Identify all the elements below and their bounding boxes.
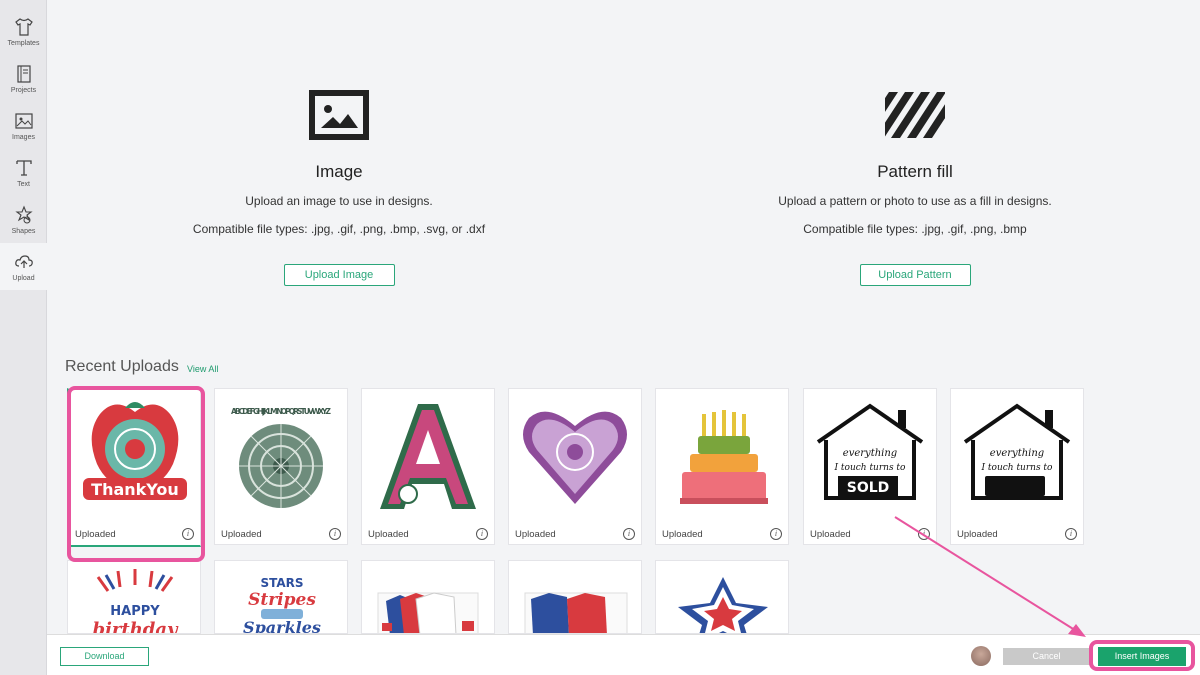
birthday-cake-image: [680, 410, 768, 504]
sidebar-item-shapes[interactable]: Shapes: [0, 196, 47, 243]
sidebar-item-upload[interactable]: Upload: [0, 243, 47, 290]
upload-tile-thank-you[interactable]: ThankYou Uploaded i: [67, 388, 201, 547]
svg-text:everything: everything: [990, 448, 1044, 459]
svg-text:Stripes: Stripes: [248, 590, 316, 610]
upload-pattern-description: Upload a pattern or photo to use as a fi…: [778, 194, 1052, 208]
tshirt-icon: [14, 17, 33, 36]
text-t-icon: [15, 159, 32, 176]
info-icon[interactable]: i: [329, 528, 341, 540]
letter-a-image: [380, 404, 476, 509]
info-icon[interactable]: i: [623, 528, 635, 540]
tile-caption: Uploaded: [662, 529, 703, 540]
svg-text:HAPPY: HAPPY: [110, 604, 160, 619]
blue-red-shirts-image: [524, 592, 628, 633]
cloud-upload-icon: [14, 254, 33, 268]
upload-tile-sold-house[interactable]: everything I touch turns to SOLD Uploade…: [803, 388, 937, 545]
avatar[interactable]: [971, 646, 991, 666]
upload-tile-heart-mandala[interactable]: Uploaded i: [508, 388, 642, 545]
left-sidebar: Templates Projects Images Text Shapes Up…: [0, 0, 47, 675]
tile-caption: Uploaded: [810, 529, 851, 540]
info-icon[interactable]: i: [1065, 528, 1077, 540]
svg-text:Sparkles: Sparkles: [243, 618, 321, 634]
upload-image-description: Upload an image to use in designs.: [245, 194, 433, 208]
info-icon[interactable]: i: [182, 528, 194, 540]
svg-text:STARS: STARS: [260, 576, 303, 590]
info-icon[interactable]: i: [770, 528, 782, 540]
image-icon: [14, 112, 33, 129]
tile-caption: Uploaded: [75, 529, 116, 540]
svg-text:I touch turns to: I touch turns to: [834, 463, 907, 473]
sidebar-label: Text: [17, 180, 30, 188]
upload-image-file-types: Compatible file types: .jpg, .gif, .png,…: [192, 222, 486, 236]
sold-house-image: everything I touch turns to SOLD: [816, 403, 924, 500]
notebook-icon: [16, 64, 31, 83]
upload-tile-alphabet-mandala[interactable]: ABCDEFGHIJKLM NOPQRSTUVWXYZ Uploaded i: [214, 388, 348, 545]
tile-caption: Uploaded: [368, 529, 409, 540]
upload-pattern-file-types: Compatible file types: .jpg, .gif, .png,…: [803, 222, 1027, 236]
upload-pattern-card: Pattern fill Upload a pattern or photo t…: [715, 90, 1115, 286]
upload-tile-blue-red-shirts[interactable]: [508, 560, 642, 634]
upload-pattern-button[interactable]: Upload Pattern: [859, 264, 971, 286]
thank-you-art-text: ThankYou: [91, 480, 179, 499]
house-blank-image: everything I touch turns to: [963, 403, 1071, 500]
sidebar-label: Projects: [10, 86, 37, 94]
tile-caption: Uploaded: [515, 529, 556, 540]
upload-pattern-title: Pattern fill: [877, 162, 953, 181]
svg-text:SOLD: SOLD: [847, 480, 890, 496]
recent-uploads-title: Recent Uploads: [65, 358, 179, 375]
cancel-button[interactable]: Cancel: [1003, 648, 1090, 665]
upload-tile-letter-a[interactable]: Uploaded i: [361, 388, 495, 545]
tile-caption: Uploaded: [221, 529, 262, 540]
sidebar-item-templates[interactable]: Templates: [0, 8, 47, 55]
info-icon[interactable]: i: [476, 528, 488, 540]
info-icon[interactable]: i: [918, 528, 930, 540]
upload-tile-stars-stripes[interactable]: STARS Stripes Sparkles: [214, 560, 348, 634]
insert-images-button[interactable]: Insert Images: [1098, 647, 1186, 666]
upload-tile-birthday-cake[interactable]: Uploaded i: [655, 388, 789, 545]
view-all-link[interactable]: View All: [187, 364, 218, 374]
alphabet-mandala-image: ABCDEFGHIJKLM NOPQRSTUVWXYZ: [231, 407, 332, 508]
upload-image-title: Image: [315, 162, 363, 181]
sidebar-item-text[interactable]: Text: [0, 149, 47, 196]
tile-caption: Uploaded: [957, 529, 998, 540]
upload-tile-tshirts-flag[interactable]: [361, 560, 495, 634]
thank-you-apple-image: ThankYou: [82, 402, 187, 500]
svg-text:I touch turns to: I touch turns to: [981, 463, 1054, 473]
sidebar-item-images[interactable]: Images: [0, 102, 47, 149]
upload-image-button[interactable]: Upload Image: [283, 264, 395, 286]
stars-stripes-image: STARS Stripes Sparkles: [243, 576, 321, 634]
upload-tile-house-blank[interactable]: everything I touch turns to Uploaded i: [950, 388, 1084, 545]
sidebar-label: Upload: [12, 274, 35, 282]
sidebar-item-projects[interactable]: Projects: [0, 55, 47, 102]
image-large-icon: [309, 90, 369, 140]
upload-tile-patriotic-star[interactable]: [655, 560, 789, 634]
sidebar-label: Images: [12, 133, 35, 141]
tshirts-flag-image: [377, 592, 479, 633]
download-button[interactable]: Download: [60, 647, 149, 666]
happy-birthday-image: HAPPY birthday: [92, 569, 179, 634]
sidebar-label: Shapes: [11, 227, 36, 235]
upload-image-card: Image Upload an image to use in designs.…: [139, 90, 539, 286]
sidebar-label: Templates: [7, 39, 40, 47]
patriotic-star-image: [678, 577, 768, 633]
pattern-stripes-icon: [885, 92, 945, 138]
heart-mandala-image: [523, 411, 627, 504]
upload-tile-happy-birthday[interactable]: HAPPY birthday: [67, 560, 201, 634]
svg-text:birthday: birthday: [92, 619, 179, 634]
shapes-icon: [14, 205, 33, 223]
footer-bar: Download Cancel Insert Images: [47, 634, 1200, 675]
svg-text:everything: everything: [843, 448, 897, 459]
alphabet-art-text: ABCDEFGHIJKLM NOPQRSTUVWXYZ: [231, 407, 332, 416]
